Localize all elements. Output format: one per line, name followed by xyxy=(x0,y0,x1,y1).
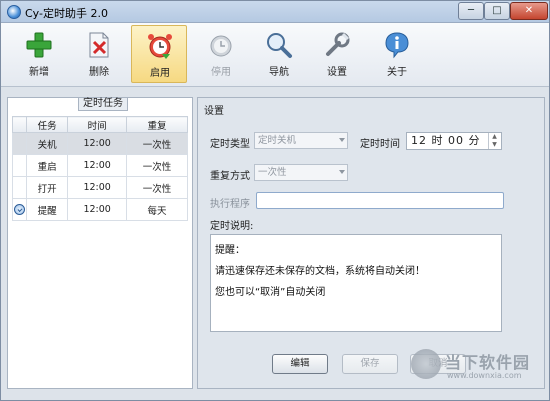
disable-label: 停用 xyxy=(211,67,231,78)
settings-button[interactable]: 设置 xyxy=(309,25,365,83)
spin-down-icon[interactable]: ▼ xyxy=(489,141,500,149)
edit-button[interactable]: 编辑 xyxy=(272,354,328,374)
chevron-down-icon xyxy=(339,170,345,174)
maximize-button[interactable]: □ xyxy=(484,2,510,20)
alarm-clock-icon xyxy=(148,34,172,59)
enable-label: 启用 xyxy=(150,68,170,79)
time-label: 定时时间 xyxy=(360,139,400,150)
repeat-select-value: 一次性 xyxy=(258,167,287,178)
row-marker xyxy=(12,176,27,199)
watermark-logo xyxy=(411,349,441,379)
about-label: 关于 xyxy=(387,67,407,78)
watermark: 当下软件园 www.downxia.com xyxy=(409,347,549,387)
nav-button[interactable]: 导航 xyxy=(251,25,307,83)
settings-panel: 设置 定时类型 定时关机 定时时间 12 时 00 分 ▲ ▼ 重复方式 一次性… xyxy=(197,97,545,389)
row-marker xyxy=(12,154,27,177)
table-row[interactable]: 关机 12:00 一次性 xyxy=(12,132,188,155)
wrench-icon xyxy=(326,32,350,56)
chevron-down-icon xyxy=(339,138,345,142)
time-cell: 12:00 xyxy=(67,132,127,155)
info-icon xyxy=(385,32,409,59)
repeat-cell: 一次性 xyxy=(126,132,188,155)
delete-document-icon xyxy=(89,32,109,58)
app-icon xyxy=(7,5,21,19)
app-window: Cy-定时助手 2.0 ─ □ ✕ 新增 删除 启用 停用 导航 设置 关于 定… xyxy=(0,0,550,401)
task-cell: 打开 xyxy=(25,176,69,199)
table-row[interactable]: 重启 12:00 一次性 xyxy=(12,154,188,177)
time-input-value: 12 时 00 分 xyxy=(411,134,481,147)
close-button[interactable]: ✕ xyxy=(510,2,548,20)
clock-icon xyxy=(14,204,25,215)
repeat-cell: 一次性 xyxy=(126,154,188,177)
desc-label: 定时说明: xyxy=(210,221,254,232)
desc-line: 请迅速保存还未保存的文档，系统将自动关闭！ xyxy=(215,266,425,277)
about-button[interactable]: 关于 xyxy=(369,25,425,83)
type-select[interactable]: 定时关机 xyxy=(254,132,348,149)
row-marker xyxy=(12,132,27,155)
desc-line: 您也可以“取消”自动关闭 xyxy=(215,287,326,298)
column-header-time[interactable]: 时间 xyxy=(67,116,127,133)
table-row[interactable]: 打开 12:00 一次性 xyxy=(12,176,188,199)
disable-button[interactable]: 停用 xyxy=(193,25,249,83)
task-cell: 提醒 xyxy=(25,198,69,221)
save-button[interactable]: 保存 xyxy=(342,354,398,374)
type-select-value: 定时关机 xyxy=(258,135,297,146)
task-list-panel: 定时任务 任务 时间 重复 关机 12:00 一次性 重启 12:00 一次性 xyxy=(7,97,193,389)
time-cell: 12:00 xyxy=(67,154,127,177)
type-label: 定时类型 xyxy=(210,139,250,150)
column-header-task[interactable]: 任务 xyxy=(25,116,69,133)
watermark-text: 当下软件园 xyxy=(445,353,531,372)
time-cell: 12:00 xyxy=(67,176,127,199)
exec-program-input[interactable] xyxy=(256,192,504,209)
stop-clock-icon xyxy=(210,35,232,57)
spin-up-icon[interactable]: ▲ xyxy=(489,133,500,141)
delete-button[interactable]: 删除 xyxy=(71,25,127,83)
repeat-select[interactable]: 一次性 xyxy=(254,164,348,181)
description-textarea[interactable]: 提醒： 请迅速保存还未保存的文档，系统将自动关闭！ 您也可以“取消”自动关闭 xyxy=(210,234,502,332)
task-list-caption: 定时任务 xyxy=(78,97,128,111)
window-title: Cy-定时助手 2.0 xyxy=(25,7,108,20)
task-cell: 重启 xyxy=(25,154,69,177)
title-bar[interactable]: Cy-定时助手 2.0 ─ □ ✕ xyxy=(1,1,549,23)
time-spinner[interactable]: ▲ ▼ xyxy=(488,133,500,149)
repeat-cell: 一次性 xyxy=(126,176,188,199)
row-marker xyxy=(12,198,27,221)
task-table: 任务 时间 重复 关机 12:00 一次性 重启 12:00 一次性 打开 12… xyxy=(12,116,188,221)
plus-icon xyxy=(26,32,52,58)
delete-label: 删除 xyxy=(89,67,109,78)
minimize-button[interactable]: ─ xyxy=(458,2,484,20)
new-button[interactable]: 新增 xyxy=(11,25,67,83)
settings-label: 设置 xyxy=(327,67,347,78)
nav-label: 导航 xyxy=(269,67,289,78)
marker-header xyxy=(12,116,27,133)
column-header-repeat[interactable]: 重复 xyxy=(126,116,188,133)
new-label: 新增 xyxy=(29,67,49,78)
task-cell: 关机 xyxy=(25,132,69,155)
repeat-label: 重复方式 xyxy=(210,171,250,182)
exec-label: 执行程序 xyxy=(210,199,250,210)
watermark-url: www.downxia.com xyxy=(447,371,522,380)
toolbar: 新增 删除 启用 停用 导航 设置 关于 xyxy=(1,23,549,87)
magnifier-icon xyxy=(267,33,292,58)
time-cell: 12:00 xyxy=(67,198,127,221)
repeat-cell: 每天 xyxy=(126,198,188,221)
enable-button[interactable]: 启用 xyxy=(131,25,187,83)
desc-line: 提醒： xyxy=(215,245,245,256)
settings-title: 设置 xyxy=(204,106,224,117)
table-row[interactable]: 提醒 12:00 每天 xyxy=(12,198,188,221)
